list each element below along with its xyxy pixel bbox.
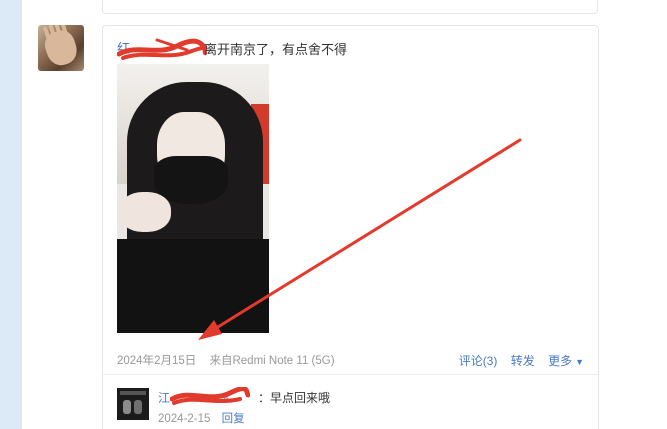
more-label: 更多: [548, 354, 573, 368]
comment-button[interactable]: 评论(3): [459, 354, 498, 368]
comment-author-link[interactable]: 江 人: [158, 387, 258, 406]
comment-separator: ：: [258, 391, 271, 405]
post-card: 红 离开南京了，有点舍不得 2024年2月15日 来自Redmi Note 11…: [102, 25, 599, 429]
photo-hand: [119, 192, 171, 232]
comment-avatar-figure: [123, 400, 131, 414]
repost-button[interactable]: 转发: [511, 354, 535, 368]
post-text: 离开南京了，有点舍不得: [204, 42, 348, 57]
caret-down-icon: ▼: [575, 357, 584, 367]
more-button[interactable]: 更多 ▼: [548, 354, 584, 368]
post-source: 来自Redmi Note 11 (5G): [209, 355, 335, 367]
page-side-strip: [0, 0, 22, 429]
comment-text: 早点回来哦: [270, 391, 331, 405]
avatar[interactable]: [38, 25, 84, 71]
redaction-scribble: [170, 387, 250, 405]
comment-item: 江 人 ：早点回来哦: [158, 387, 331, 406]
photo-face-mask: [154, 156, 228, 204]
post-date: 2024年2月15日: [117, 355, 197, 367]
redaction-scribble: [117, 38, 207, 60]
comment-meta: 2024-2-15 回复: [158, 410, 245, 426]
post-photo[interactable]: [117, 64, 269, 333]
post-author-link[interactable]: 红: [117, 38, 207, 60]
post-header: 红: [117, 38, 207, 60]
comment-author-name-start: 江: [158, 391, 171, 405]
comment-avatar-text: [120, 391, 146, 395]
previous-post-card: [102, 0, 598, 14]
comment-avatar[interactable]: [117, 388, 149, 420]
avatar-image: [41, 27, 81, 69]
post-meta: 2024年2月15日 来自Redmi Note 11 (5G): [117, 352, 335, 368]
comment-divider: [103, 374, 598, 375]
post-actions: 评论(3) 转发 更多 ▼: [449, 352, 584, 369]
photo-coat: [117, 239, 269, 333]
reply-button[interactable]: 回复: [222, 413, 245, 425]
comment-avatar-figure-2: [134, 400, 142, 414]
comment-date: 2024-2-15: [158, 413, 211, 425]
